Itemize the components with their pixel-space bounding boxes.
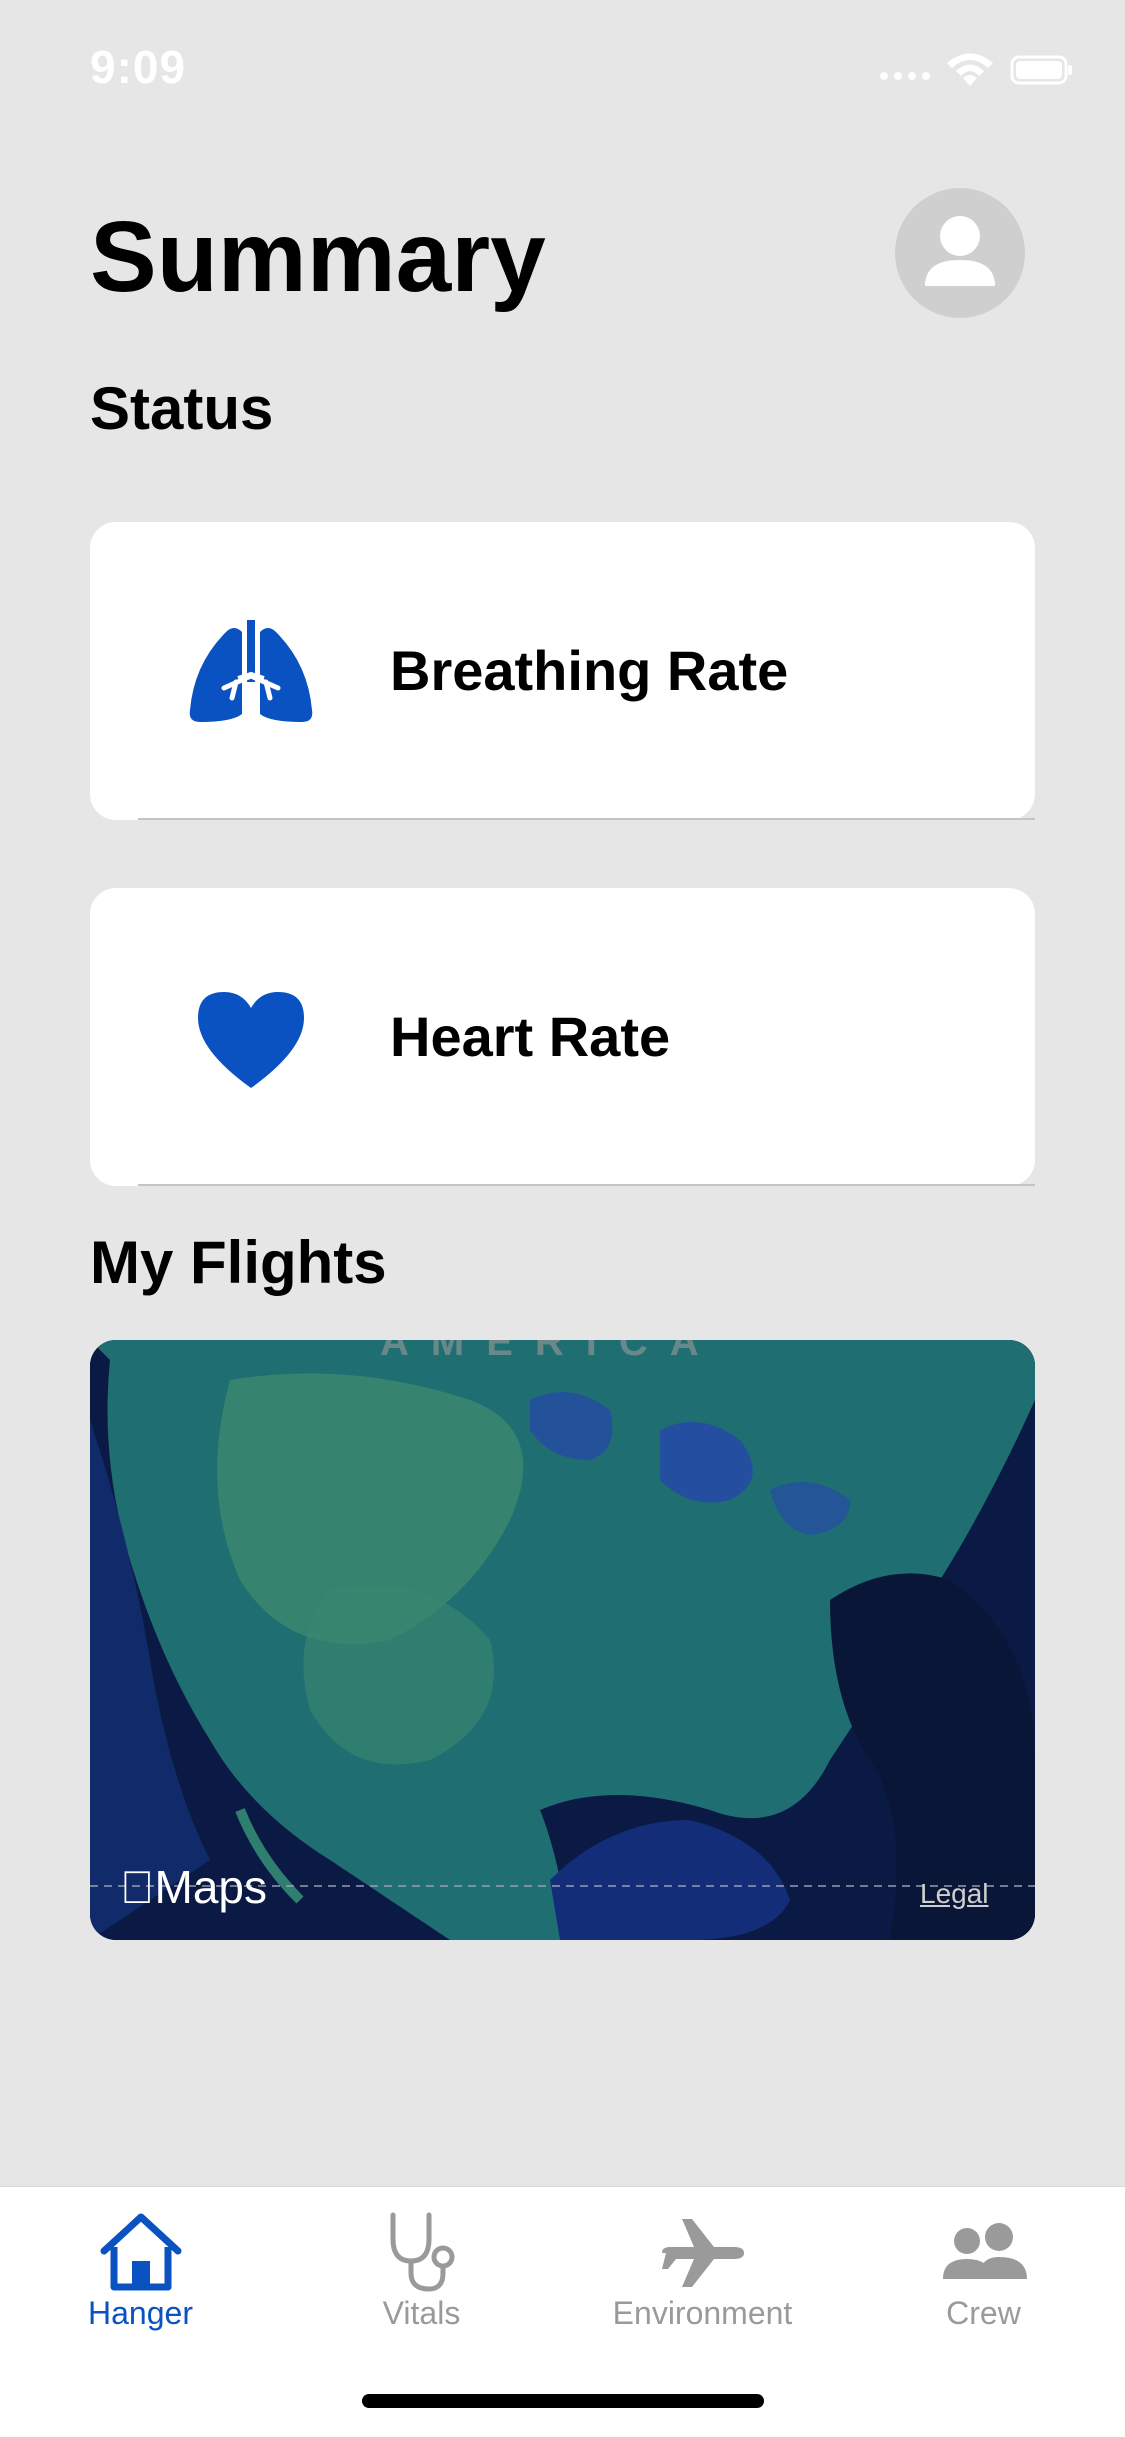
tab-vitals[interactable]: Vitals — [281, 2187, 562, 2387]
airplane-icon — [661, 2219, 744, 2287]
tab-environment[interactable]: Environment — [562, 2187, 843, 2387]
home-icon — [100, 2213, 181, 2291]
heart-rate-label: Heart Rate — [390, 1005, 671, 1068]
heart-rate-card[interactable]: Heart Rate — [90, 888, 1035, 1186]
profile-avatar-button[interactable] — [895, 188, 1025, 318]
status-bar: 9:09 — [0, 0, 1125, 130]
map-terrain — [90, 1340, 1035, 1940]
divider — [138, 818, 1035, 820]
status-time: 9:09 — [90, 41, 187, 93]
breathing-rate-card[interactable]: Breathing Rate — [90, 522, 1035, 820]
my-flights-section-title: My Flights — [90, 1229, 387, 1296]
tab-label: Crew — [946, 2295, 1021, 2331]
tab-label: Vitals — [382, 2295, 461, 2331]
home-indicator — [362, 2394, 764, 2408]
lungs-icon — [189, 620, 313, 722]
battery-icon — [1010, 55, 1072, 85]
tab-hanger[interactable]: Hanger — [0, 2187, 281, 2387]
apple-logo-icon:  — [120, 1861, 155, 1913]
tab-crew[interactable]: Crew — [843, 2187, 1124, 2387]
person-icon — [925, 216, 995, 286]
tab-label: Hanger — [88, 2295, 193, 2331]
page-title: Summary — [90, 201, 546, 313]
tab-label: Environment — [612, 2295, 793, 2331]
cellular-signal-icon — [880, 72, 930, 84]
wifi-icon — [947, 53, 993, 86]
map-legal-link[interactable]: Legal — [920, 1878, 989, 1910]
status-section-title: Status — [90, 375, 274, 442]
people-icon — [942, 2223, 1027, 2279]
divider — [138, 1184, 1035, 1186]
breathing-rate-label: Breathing Rate — [390, 639, 789, 702]
stethoscope-icon — [390, 2212, 454, 2292]
maps-attribution: Maps — [120, 1861, 267, 1913]
flights-map[interactable]: AMERICA Maps Legal — [90, 1340, 1035, 1940]
heart-icon — [198, 992, 304, 1088]
map-region-label: AMERICA — [380, 1340, 721, 1364]
